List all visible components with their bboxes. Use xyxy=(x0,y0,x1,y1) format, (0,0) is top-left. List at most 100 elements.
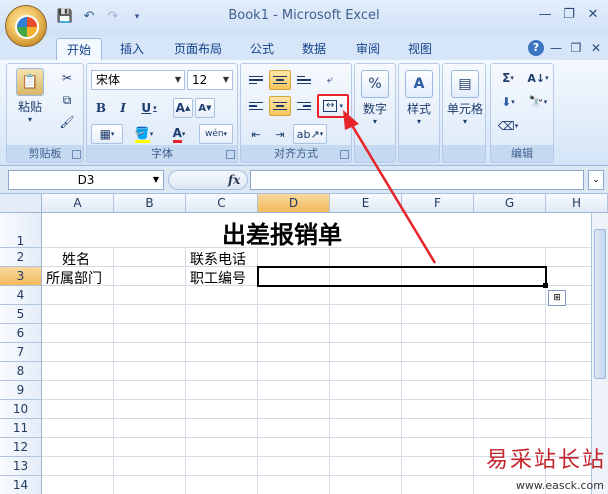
row-header-8[interactable]: 8 xyxy=(0,362,42,381)
wrap-text-button[interactable]: ⤶ xyxy=(319,70,341,90)
align-center-button[interactable] xyxy=(269,96,291,116)
row-header-14[interactable]: 14 xyxy=(0,476,42,494)
scrollbar-thumb[interactable] xyxy=(594,229,606,379)
help-icon[interactable]: ? xyxy=(528,40,544,56)
expand-formula-bar-icon[interactable]: ⌄ xyxy=(588,170,604,190)
row-header-13[interactable]: 13 xyxy=(0,457,42,476)
align-top-icon xyxy=(249,75,263,85)
sort-filter-icon: A↓ xyxy=(527,71,546,85)
column-header-a[interactable]: A xyxy=(42,194,114,213)
tab-formulas[interactable]: 公式 xyxy=(244,38,280,60)
styles-button-label: 样式 xyxy=(406,102,431,116)
borders-button[interactable]: ▦ ▾ xyxy=(91,124,123,144)
row-header-6[interactable]: 6 xyxy=(0,324,42,343)
autosum-button[interactable]: Σ ▾ xyxy=(493,68,523,88)
merge-center-button[interactable]: ↔ ▾ xyxy=(317,94,349,118)
tab-review[interactable]: 审阅 xyxy=(350,38,386,60)
row-header-5[interactable]: 5 xyxy=(0,305,42,324)
row-header-9[interactable]: 9 xyxy=(0,381,42,400)
row-header-12[interactable]: 12 xyxy=(0,438,42,457)
orientation-button[interactable]: ab↗ ▾ xyxy=(293,124,327,144)
cut-icon[interactable]: ✂ xyxy=(57,68,77,88)
phonetic-button[interactable]: wén ▾ xyxy=(199,124,233,144)
office-button[interactable] xyxy=(5,5,47,47)
paste-button[interactable]: 📋 粘贴 ▾ xyxy=(13,68,47,124)
select-all-corner[interactable] xyxy=(0,194,42,213)
number-format-button[interactable]: % 数字 ▾ xyxy=(359,70,391,126)
find-select-button[interactable]: 🔭 ▾ xyxy=(523,92,553,112)
formula-input[interactable] xyxy=(250,170,584,190)
styles-button[interactable]: A 样式 ▾ xyxy=(403,70,435,126)
styles-group: A 样式 ▾ xyxy=(398,63,440,163)
ribbon-tabs: 开始 插入 页面布局 公式 数据 审阅 视图 ? — ❐ ✕ xyxy=(0,36,608,60)
number-button-label: 数字 xyxy=(362,102,387,116)
increase-indent-button[interactable]: ⇥ xyxy=(269,124,291,144)
ribbon-close-button[interactable]: ✕ xyxy=(588,40,604,56)
worksheet-grid[interactable]: A B C D E F G H 1 2 3 4 5 6 7 8 9 10 11 … xyxy=(0,194,608,494)
font-name-select[interactable]: 宋体 ▼ xyxy=(91,70,185,90)
tab-view[interactable]: 视图 xyxy=(402,38,438,60)
column-header-h[interactable]: H xyxy=(546,194,608,213)
align-right-button[interactable] xyxy=(293,96,315,116)
orientation-icon: ab↗ xyxy=(296,127,320,141)
clipboard-launcher-icon[interactable] xyxy=(72,150,81,159)
format-painter-icon[interactable]: 🖌 xyxy=(57,112,77,132)
row-header-11[interactable]: 11 xyxy=(0,419,42,438)
cell-c2[interactable]: 联系电话 xyxy=(190,249,246,269)
font-size-select[interactable]: 12 ▼ xyxy=(187,70,233,90)
align-middle-button[interactable] xyxy=(269,70,291,90)
font-color-icon: A xyxy=(172,126,182,143)
close-button[interactable]: ✕ xyxy=(582,6,604,24)
decrease-indent-icon: ⇤ xyxy=(251,127,261,141)
insert-function-icon[interactable]: fx xyxy=(228,173,240,187)
paste-options-icon[interactable]: ⊞ xyxy=(548,290,566,306)
column-header-d[interactable]: D xyxy=(258,194,330,213)
paste-icon: 📋 xyxy=(16,68,44,96)
column-header-c[interactable]: C xyxy=(186,194,258,213)
row-header-3[interactable]: 3 xyxy=(0,267,42,286)
fill-handle[interactable] xyxy=(543,283,548,288)
grow-font-button[interactable]: A ▲ xyxy=(173,98,193,118)
sort-filter-button[interactable]: A↓ ▾ xyxy=(523,68,553,88)
copy-icon[interactable]: ⧉ xyxy=(57,90,77,110)
cell-a2[interactable]: 姓名 xyxy=(62,249,90,269)
row-header-2[interactable]: 2 xyxy=(0,248,42,267)
column-header-b[interactable]: B xyxy=(114,194,186,213)
alignment-launcher-icon[interactable] xyxy=(340,150,349,159)
shrink-font-button[interactable]: A ▼ xyxy=(195,98,215,118)
tab-insert[interactable]: 插入 xyxy=(112,38,152,60)
ribbon-restore-button[interactable]: ❐ xyxy=(568,40,584,56)
tab-page-layout[interactable]: 页面布局 xyxy=(166,38,230,60)
column-header-e[interactable]: E xyxy=(330,194,402,213)
row-header-10[interactable]: 10 xyxy=(0,400,42,419)
column-header-f[interactable]: F xyxy=(402,194,474,213)
selected-range[interactable] xyxy=(257,266,547,287)
minimize-button[interactable]: — xyxy=(534,6,556,24)
name-box[interactable]: D3 ▼ xyxy=(8,170,164,190)
ribbon-minimize-button[interactable]: — xyxy=(548,40,564,56)
styles-label xyxy=(399,145,439,162)
bold-button[interactable]: B xyxy=(91,98,111,118)
decrease-indent-button[interactable]: ⇤ xyxy=(245,124,267,144)
restore-button[interactable]: ❐ xyxy=(558,6,580,24)
clear-button[interactable]: ⌫ ▾ xyxy=(493,116,523,136)
watermark-text: 易采站长站 xyxy=(485,448,606,473)
cells-button[interactable]: ▤ 单元格 ▾ xyxy=(445,70,485,126)
align-top-button[interactable] xyxy=(245,70,267,90)
cell-a3[interactable]: 所属部门 xyxy=(46,268,102,288)
tab-data[interactable]: 数据 xyxy=(296,38,332,60)
cell-c3[interactable]: 职工编号 xyxy=(190,268,246,288)
fill-button[interactable]: ⬇ ▾ xyxy=(493,92,523,112)
font-launcher-icon[interactable] xyxy=(226,150,235,159)
fill-color-button[interactable]: 🪣 ▾ xyxy=(127,124,161,144)
column-header-g[interactable]: G xyxy=(474,194,546,213)
row-header-4[interactable]: 4 xyxy=(0,286,42,305)
align-left-button[interactable] xyxy=(245,96,267,116)
row-header-7[interactable]: 7 xyxy=(0,343,42,362)
align-bottom-button[interactable] xyxy=(293,70,315,90)
underline-button[interactable]: U ▾ xyxy=(135,98,163,118)
font-color-button[interactable]: A ▾ xyxy=(163,124,195,144)
tab-home[interactable]: 开始 xyxy=(56,38,102,60)
row-header-1[interactable]: 1 xyxy=(0,213,42,248)
italic-button[interactable]: I xyxy=(113,98,133,118)
